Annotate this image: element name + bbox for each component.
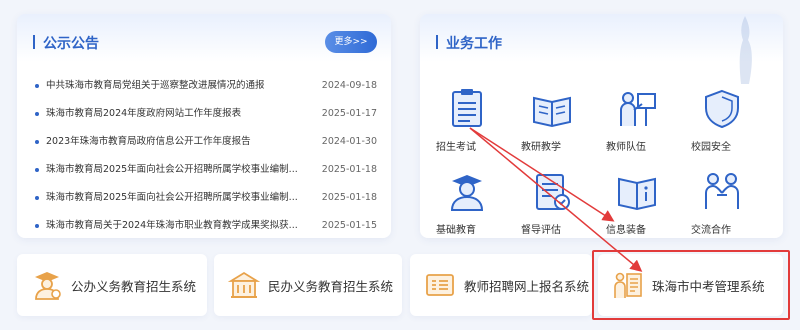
open-book-icon	[533, 96, 571, 128]
bullet-icon	[35, 140, 39, 144]
system-card-label: 公办义务教育招生系统	[71, 278, 197, 294]
system-card-label: 教师招聘网上报名系统	[464, 278, 590, 294]
system-card-label: 珠海市中考管理系统	[652, 278, 765, 294]
zhongkao-management-system-card[interactable]: 珠海市中考管理系统	[598, 254, 783, 316]
public-enrollment-system-card[interactable]: 公办义务教育招生系统	[17, 254, 207, 316]
work-title: 业务工作	[436, 33, 502, 53]
bullet-icon	[35, 224, 39, 228]
notice-item-title[interactable]: 2023年珠海市教育局政府信息公开工作年度报告	[46, 128, 313, 156]
bullet-icon	[35, 112, 39, 116]
bullet-icon	[35, 168, 39, 172]
work-item-label: 教师队伍	[606, 142, 646, 153]
info-book-icon	[618, 177, 656, 211]
work-item-label: 教研教学	[521, 142, 561, 153]
list-item[interactable]: 珠海市教育局2025年面向社会公开招聘所属学校事业编制... 2025-01-18	[35, 184, 377, 212]
work-item-label: 招生考试	[436, 142, 476, 153]
checklist-icon	[536, 174, 570, 210]
work-item-safety[interactable]: 校园安全	[691, 88, 776, 153]
list-item[interactable]: 2023年珠海市教育局政府信息公开工作年度报告 2024-01-30	[35, 128, 377, 156]
list-item[interactable]: 珠海市教育局2025年面向社会公开招聘所属学校事业编制... 2025-01-18	[35, 156, 377, 184]
bullet-icon	[35, 84, 39, 88]
work-item-info-equip[interactable]: 信息装备	[606, 171, 691, 236]
work-item-exchange[interactable]: 交流合作	[691, 171, 776, 236]
teacher-icon	[620, 92, 656, 126]
more-button[interactable]: 更多>>	[325, 31, 377, 53]
bullet-icon	[35, 196, 39, 200]
list-item[interactable]: 中共珠海市教育局党组关于巡察整改进展情况的通报 2024-09-18	[35, 72, 377, 100]
notice-item-title[interactable]: 珠海市教育局关于2024年珠海市职业教育教学成果奖拟获...	[46, 212, 313, 240]
shield-icon	[705, 89, 739, 129]
notice-item-title[interactable]: 珠海市教育局2024年度政府网站工作年度报表	[46, 100, 313, 128]
work-item-label: 基础教育	[436, 225, 476, 236]
notice-item-date: 2025-01-18	[321, 164, 377, 175]
work-item-teachers[interactable]: 教师队伍	[606, 88, 691, 153]
graduate-icon	[35, 272, 61, 300]
notice-item-title[interactable]: 珠海市教育局2025年面向社会公开招聘所属学校事业编制...	[46, 156, 313, 184]
school-building-icon	[228, 271, 260, 298]
work-item-label: 督导评估	[521, 225, 561, 236]
notice-item-title[interactable]: 中共珠海市教育局党组关于巡察整改进展情况的通报	[46, 72, 313, 100]
teacher-recruit-system-card[interactable]: 教师招聘网上报名系统	[410, 254, 592, 316]
notice-item-date: 2025-01-18	[321, 192, 377, 203]
student-icon	[450, 175, 484, 211]
system-card-label: 民办义务教育招生系统	[268, 278, 394, 294]
handshake-icon	[705, 173, 739, 209]
notice-item-date: 2024-01-30	[321, 136, 377, 147]
work-item-label: 交流合作	[691, 225, 731, 236]
work-panel: 业务工作 招生考试 教研教学 教师队伍 校园安全 基础教育 督导评估 信息装备 …	[420, 14, 783, 238]
notice-item-date: 2024-09-18	[321, 80, 377, 91]
work-item-basic-edu[interactable]: 基础教育	[436, 171, 521, 236]
private-enrollment-system-card[interactable]: 民办义务教育招生系统	[214, 254, 402, 316]
work-item-label: 信息装备	[606, 225, 646, 236]
notice-item-title[interactable]: 珠海市教育局2025年面向社会公开招聘所属学校事业编制...	[46, 184, 313, 212]
exam-board-icon	[614, 272, 642, 298]
notice-panel: 公示公告 更多>> 中共珠海市教育局党组关于巡察整改进展情况的通报 2024-09…	[17, 14, 391, 238]
work-item-label: 校园安全	[691, 142, 731, 153]
clipboard-icon	[452, 89, 482, 127]
work-item-supervision[interactable]: 督导评估	[521, 171, 606, 236]
work-item-teaching[interactable]: 教研教学	[521, 88, 606, 153]
statue-decoration-icon	[739, 16, 752, 84]
list-item[interactable]: 珠海市教育局关于2024年珠海市职业教育教学成果奖拟获... 2025-01-15	[35, 212, 377, 240]
notice-item-date: 2025-01-17	[321, 108, 377, 119]
work-item-exam[interactable]: 招生考试	[436, 88, 521, 153]
notice-list: 中共珠海市教育局党组关于巡察整改进展情况的通报 2024-09-18 珠海市教育局…	[35, 72, 377, 240]
form-list-icon	[426, 274, 454, 296]
list-item[interactable]: 珠海市教育局2024年度政府网站工作年度报表 2025-01-17	[35, 100, 377, 128]
notice-item-date: 2025-01-15	[321, 220, 377, 231]
notice-title: 公示公告	[33, 33, 99, 53]
work-grid: 招生考试 教研教学 教师队伍 校园安全 基础教育 督导评估 信息装备 交流合作	[436, 88, 776, 236]
